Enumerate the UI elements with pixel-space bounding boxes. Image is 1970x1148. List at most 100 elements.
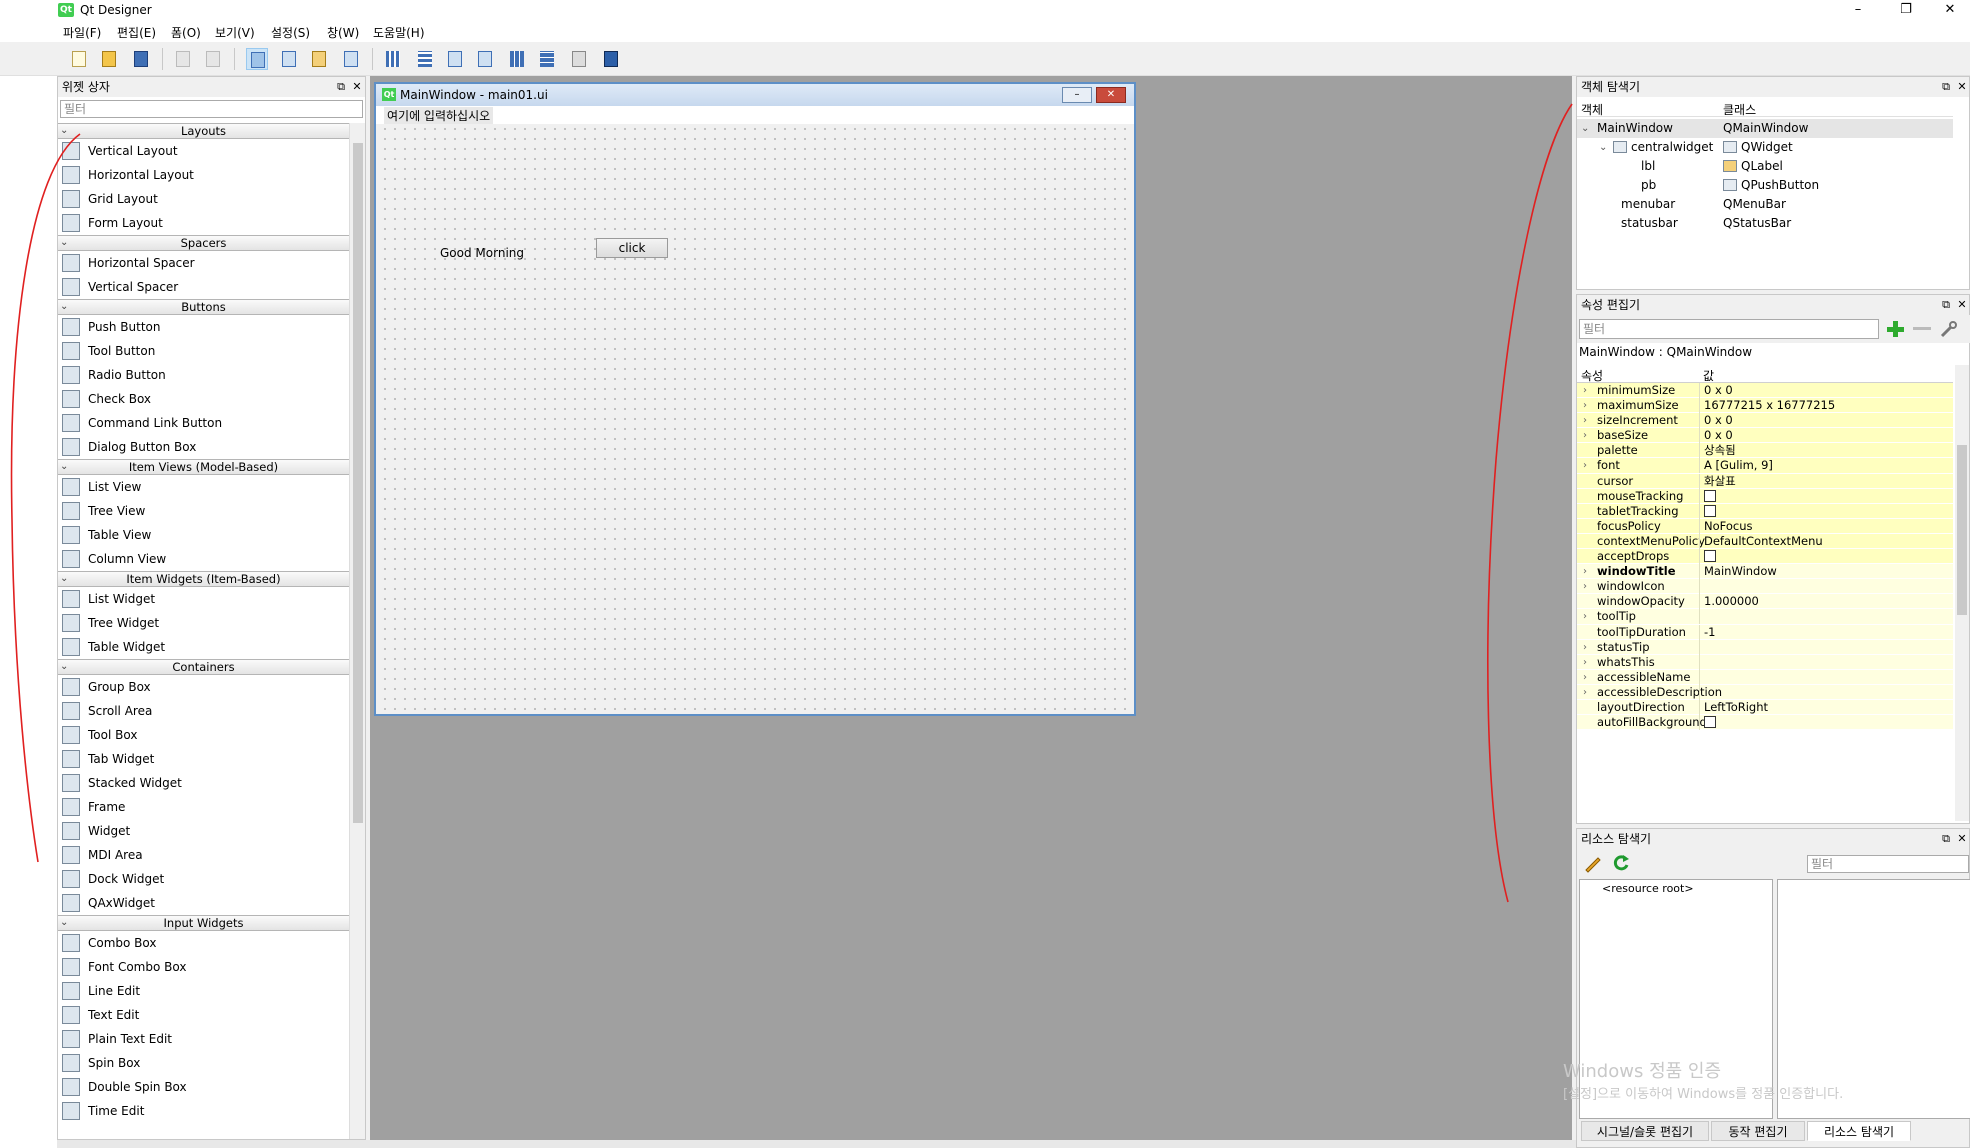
edit-widgets-icon[interactable] bbox=[246, 48, 268, 70]
property-row[interactable]: contextMenuPolicy DefaultContextMenu bbox=[1577, 533, 1953, 550]
category-header[interactable]: ⌄ Layouts bbox=[58, 123, 349, 139]
chevron-right-icon[interactable]: › bbox=[1583, 609, 1587, 624]
property-row[interactable]: windowOpacity 1.000000 bbox=[1577, 594, 1953, 610]
chevron-down-icon[interactable]: ⌄ bbox=[1599, 138, 1607, 157]
object-row[interactable]: lbl QLabel bbox=[1577, 157, 1953, 176]
form-menubar[interactable]: 여기에 입력하십시오 bbox=[376, 106, 1134, 124]
checkbox[interactable] bbox=[1704, 550, 1716, 563]
menu-view[interactable]: 보기(V) bbox=[215, 24, 255, 41]
checkbox[interactable] bbox=[1704, 489, 1716, 502]
property-row[interactable]: › windowTitle MainWindow bbox=[1577, 564, 1953, 580]
chevron-right-icon[interactable]: › bbox=[1583, 579, 1587, 594]
menu-help[interactable]: 도움말(H) bbox=[373, 24, 425, 41]
edit-taborder-icon[interactable] bbox=[340, 48, 362, 70]
property-row[interactable]: palette 상속됨 bbox=[1577, 443, 1953, 459]
menu-edit[interactable]: 편집(E) bbox=[117, 24, 156, 41]
float-icon[interactable]: ⧉ bbox=[334, 79, 348, 95]
widget-item[interactable]: Tool Button bbox=[58, 339, 349, 363]
property-row[interactable]: › accessibleDescription bbox=[1577, 684, 1953, 700]
property-value[interactable] bbox=[1699, 549, 1953, 565]
copy-icon[interactable] bbox=[202, 48, 224, 70]
widget-item[interactable]: Dialog Button Box bbox=[58, 435, 349, 459]
chevron-down-icon[interactable]: ⌄ bbox=[60, 124, 68, 138]
property-value[interactable] bbox=[1699, 503, 1953, 519]
property-row[interactable]: tabletTracking bbox=[1577, 503, 1953, 519]
widget-item[interactable]: Double Spin Box bbox=[58, 1075, 349, 1099]
property-value[interactable]: A [Gulim, 9] bbox=[1699, 458, 1953, 474]
widget-box-scrollbar[interactable] bbox=[349, 123, 365, 1139]
form-close-button[interactable]: ✕ bbox=[1096, 87, 1126, 103]
property-row[interactable]: › accessibleName bbox=[1577, 669, 1953, 685]
chevron-right-icon[interactable]: › bbox=[1583, 655, 1587, 670]
property-value[interactable] bbox=[1699, 579, 1953, 595]
widget-item[interactable]: Table Widget bbox=[58, 635, 349, 659]
form-minimize-button[interactable]: – bbox=[1062, 87, 1092, 103]
chevron-right-icon[interactable]: › bbox=[1583, 640, 1587, 655]
widget-item[interactable]: Command Link Button bbox=[58, 411, 349, 435]
category-header[interactable]: ⌄ Item Views (Model-Based) bbox=[58, 459, 349, 475]
property-value[interactable] bbox=[1699, 684, 1953, 700]
widget-item[interactable]: List View bbox=[58, 475, 349, 499]
chevron-down-icon[interactable]: ⌄ bbox=[60, 460, 68, 474]
form-title-bar[interactable]: Qt MainWindow - main01.ui – ✕ bbox=[376, 84, 1134, 106]
resource-filter-input[interactable]: 필터 bbox=[1807, 855, 1969, 873]
category-header[interactable]: ⌄ Containers bbox=[58, 659, 349, 675]
checkbox[interactable] bbox=[1704, 504, 1716, 517]
chevron-right-icon[interactable]: › bbox=[1583, 383, 1587, 398]
edit-buddies-icon[interactable] bbox=[308, 48, 330, 70]
property-value[interactable]: -1 bbox=[1699, 624, 1953, 640]
open-folder-icon[interactable] bbox=[98, 48, 120, 70]
property-filter-input[interactable]: 필터 bbox=[1579, 319, 1879, 339]
property-value[interactable] bbox=[1699, 654, 1953, 670]
add-property-icon[interactable] bbox=[1885, 319, 1905, 339]
form-canvas[interactable]: Good Morning click bbox=[380, 124, 1130, 710]
tab-signal-slot-editor[interactable]: 시그널/슬롯 편집기 bbox=[1581, 1121, 1709, 1141]
widget-item[interactable]: Line Edit bbox=[58, 979, 349, 1003]
category-header[interactable]: ⌄ Input Widgets bbox=[58, 915, 349, 931]
pencil-icon[interactable] bbox=[1583, 853, 1603, 873]
property-row[interactable]: toolTipDuration -1 bbox=[1577, 624, 1953, 640]
property-row[interactable]: acceptDrops bbox=[1577, 549, 1953, 565]
chevron-right-icon[interactable]: › bbox=[1583, 670, 1587, 685]
layout-grid-icon[interactable] bbox=[506, 48, 528, 70]
property-row[interactable]: › minimumSize 0 x 0 bbox=[1577, 383, 1953, 399]
property-value[interactable]: 0 x 0 bbox=[1699, 428, 1953, 444]
reload-icon[interactable] bbox=[1611, 853, 1631, 873]
property-value[interactable] bbox=[1699, 669, 1953, 685]
menu-file[interactable]: 파일(F) bbox=[63, 24, 101, 41]
menu-form[interactable]: 폼(O) bbox=[171, 24, 201, 41]
property-scrollbar[interactable] bbox=[1955, 365, 1969, 821]
widget-item[interactable]: Spin Box bbox=[58, 1051, 349, 1075]
property-value[interactable]: NoFocus bbox=[1699, 518, 1953, 534]
layout-form-icon[interactable] bbox=[536, 48, 558, 70]
property-value[interactable]: 16777215 x 16777215 bbox=[1699, 398, 1953, 414]
layout-horizontal-icon[interactable] bbox=[382, 48, 404, 70]
chevron-down-icon[interactable]: ⌄ bbox=[60, 236, 68, 250]
property-row[interactable]: › font A [Gulim, 9] bbox=[1577, 458, 1953, 474]
float-icon[interactable]: ⧉ bbox=[1939, 831, 1953, 847]
widget-item[interactable]: Tool Box bbox=[58, 723, 349, 747]
property-row[interactable]: cursor 화살표 bbox=[1577, 473, 1953, 489]
widget-item[interactable]: Horizontal Layout bbox=[58, 163, 349, 187]
widget-item[interactable]: Frame bbox=[58, 795, 349, 819]
object-row[interactable]: menubar QMenuBar bbox=[1577, 195, 1953, 214]
object-row[interactable]: pb QPushButton bbox=[1577, 176, 1953, 195]
property-value[interactable]: 0 x 0 bbox=[1699, 413, 1953, 429]
property-value[interactable] bbox=[1699, 639, 1953, 655]
widget-item[interactable]: Tree Widget bbox=[58, 611, 349, 635]
maximize-button[interactable]: ❐ bbox=[1884, 0, 1928, 22]
layout-vsplitter-icon[interactable] bbox=[474, 48, 496, 70]
category-header[interactable]: ⌄ Item Widgets (Item-Based) bbox=[58, 571, 349, 587]
widget-item[interactable]: MDI Area bbox=[58, 843, 349, 867]
widget-item[interactable]: Time Edit bbox=[58, 1099, 349, 1123]
save-icon[interactable] bbox=[130, 48, 152, 70]
property-value[interactable] bbox=[1699, 715, 1953, 731]
widget-item[interactable]: Group Box bbox=[58, 675, 349, 699]
widget-item[interactable]: Combo Box bbox=[58, 931, 349, 955]
scrollbar-thumb[interactable] bbox=[1957, 445, 1967, 615]
chevron-down-icon[interactable]: ⌄ bbox=[60, 300, 68, 314]
layout-vertical-icon[interactable] bbox=[414, 48, 436, 70]
widget-item[interactable]: Text Edit bbox=[58, 1003, 349, 1027]
minimize-button[interactable]: – bbox=[1836, 0, 1880, 22]
resource-root-item[interactable]: <resource root> bbox=[1602, 882, 1694, 895]
